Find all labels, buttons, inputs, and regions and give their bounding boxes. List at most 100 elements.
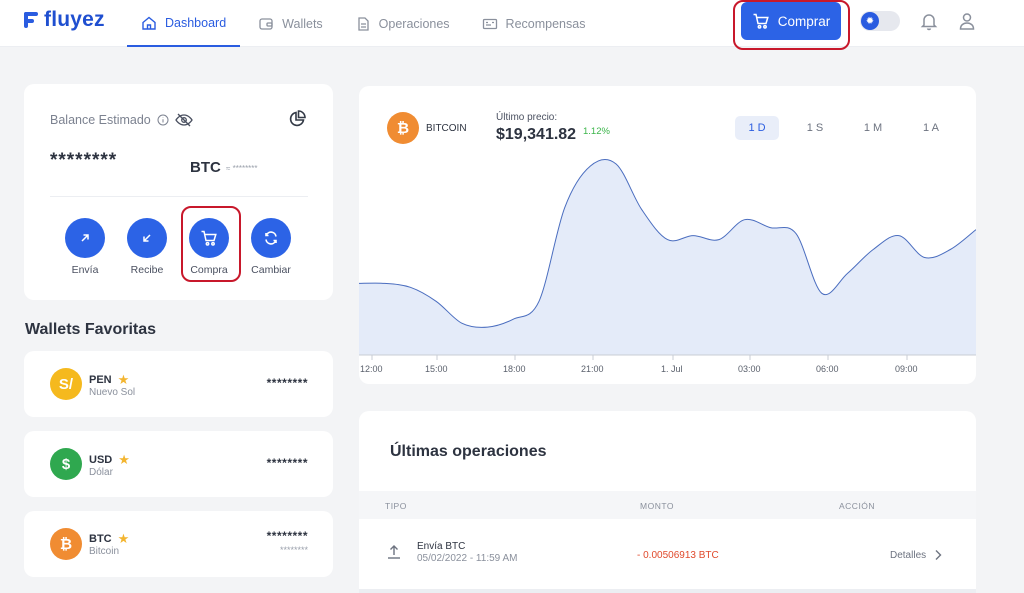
star-icon[interactable]: ★	[118, 372, 130, 388]
x-tick-label: 18:00	[503, 364, 526, 374]
column-monto: MONTO	[640, 501, 674, 511]
x-tick-label: 12:00	[360, 364, 383, 374]
column-tipo: TIPO	[385, 501, 407, 511]
receive-label: Recibe	[130, 264, 164, 276]
wallet-code: USD	[89, 454, 113, 466]
wallet-item-btc[interactable]: ₿ BTC ★ Bitcoin ******** ********	[24, 511, 333, 577]
eye-off-icon[interactable]	[175, 113, 193, 127]
user-icon[interactable]	[957, 11, 977, 31]
star-icon[interactable]: ★	[118, 531, 130, 547]
wallet-item-pen[interactable]: S/ PEN ★ Nuevo Sol ********	[24, 351, 333, 417]
price-chart[interactable]: 12:00 15:00 18:00 21:00 1. Jul 03:00 06:00 09:0…	[359, 146, 976, 384]
x-tick-label: 15:00	[425, 364, 448, 374]
arrow-down-left-icon	[143, 234, 151, 242]
rewards-icon	[482, 18, 497, 29]
balance-card: Balance Estimado ******** BTC ≈ ********…	[24, 84, 333, 300]
chevron-right-icon	[935, 550, 942, 560]
buy-action-button[interactable]	[189, 218, 229, 258]
nav-recompensas[interactable]: Recompensas	[468, 0, 600, 47]
nav-wallets-label: Wallets	[282, 16, 323, 31]
table-row[interactable]: Envía BTC 05/02/2022 - 11:59 AM - 0.0050…	[359, 519, 976, 591]
operations-table-header: TIPO MONTO ACCIÓN	[359, 491, 976, 519]
balance-sub-value: ≈ ********	[226, 164, 258, 173]
exchange-action[interactable]: Cambiar	[241, 218, 301, 276]
send-label: Envía	[71, 264, 99, 276]
logo[interactable]: fluyez	[24, 8, 105, 32]
range-1d[interactable]: 1 D	[735, 116, 779, 140]
brand-name: fluyez	[44, 8, 105, 31]
favorites-title: Wallets Favoritas	[25, 321, 157, 338]
send-action[interactable]: Envía	[55, 218, 115, 276]
x-tick-label: 1. Jul	[661, 364, 683, 374]
buy-button[interactable]: Comprar	[741, 2, 841, 40]
buy-action-label: Compra	[190, 264, 228, 276]
wallet-code: BTC	[89, 533, 112, 545]
range-1s[interactable]: 1 S	[793, 116, 837, 140]
wallet-code-row: PEN ★	[89, 372, 129, 388]
exchange-label: Cambiar	[251, 264, 291, 276]
wallet-icon	[259, 17, 273, 30]
home-icon	[142, 16, 156, 30]
wallet-amount: ********	[266, 529, 308, 543]
upload-icon	[388, 545, 400, 559]
wallet-sub-amount: ********	[279, 545, 308, 555]
x-tick-label: 09:00	[895, 364, 918, 374]
star-icon[interactable]: ★	[118, 452, 130, 468]
cart-icon	[201, 230, 217, 246]
wallet-code: PEN	[89, 374, 112, 386]
receive-action[interactable]: Recibe	[117, 218, 177, 276]
operation-date: 05/02/2022 - 11:59 AM	[417, 553, 518, 564]
theme-toggle[interactable]: ✹	[860, 11, 900, 31]
last-price-label: Último precio:	[496, 112, 558, 123]
buy-button-label: Comprar	[777, 13, 831, 29]
nav-wallets[interactable]: Wallets	[244, 0, 337, 47]
divider	[359, 589, 976, 593]
balance-currency: BTC	[190, 159, 221, 176]
column-accion: ACCIÓN	[839, 501, 876, 511]
nav-recompensas-label: Recompensas	[505, 16, 586, 31]
pen-coin-icon: S/	[50, 368, 82, 400]
nav-operaciones[interactable]: Operaciones	[341, 0, 464, 47]
balance-label-row: Balance Estimado	[50, 113, 193, 127]
operations-card: Últimas operaciones TIPO MONTO ACCIÓN En…	[359, 411, 976, 593]
nav-operaciones-label: Operaciones	[378, 16, 450, 31]
coin-name: BITCOIN	[426, 123, 467, 134]
usd-coin-icon: $	[50, 448, 82, 480]
bitcoin-icon: ₿	[387, 112, 419, 144]
wallet-amount: ********	[266, 376, 308, 390]
arrow-up-right-icon	[81, 234, 89, 242]
send-button[interactable]	[65, 218, 105, 258]
last-price: $19,341.82	[496, 126, 577, 143]
top-navigation: fluyez Dashboard Wallets Operaciones Rec…	[0, 0, 1024, 50]
buy-action[interactable]: Compra	[179, 218, 239, 276]
price-change: 1.12%	[583, 126, 610, 137]
operations-title: Últimas operaciones	[390, 443, 547, 460]
info-icon[interactable]	[157, 114, 169, 126]
wallet-code-row: USD ★	[89, 452, 130, 468]
market-chart-card: ₿ BITCOIN Último precio: $19,341.82 1.12…	[359, 86, 976, 384]
wallet-amount: ********	[266, 456, 308, 470]
exchange-icon	[265, 231, 277, 245]
bell-icon[interactable]	[919, 11, 939, 31]
range-1m[interactable]: 1 M	[851, 116, 895, 140]
wallet-name: Nuevo Sol	[89, 387, 136, 398]
wallet-name: Dólar	[89, 467, 113, 478]
cart-icon	[753, 13, 769, 29]
operation-title: Envía BTC	[417, 541, 466, 552]
nav-dashboard[interactable]: Dashboard	[127, 0, 241, 47]
wallet-item-usd[interactable]: $ USD ★ Dólar ********	[24, 431, 333, 497]
details-link[interactable]: Detalles	[890, 549, 942, 561]
nav-dashboard-label: Dashboard	[165, 15, 227, 30]
main-nav: Dashboard Wallets Operaciones Recompensa…	[127, 0, 599, 47]
range-1a[interactable]: 1 A	[909, 116, 953, 140]
x-tick-label: 03:00	[738, 364, 761, 374]
btc-coin-icon: ₿	[50, 528, 82, 560]
pie-chart-icon[interactable]	[288, 110, 306, 128]
x-tick-label: 21:00	[581, 364, 604, 374]
logo-icon	[24, 12, 38, 28]
balance-label: Balance Estimado	[50, 113, 151, 127]
x-tick-label: 06:00	[816, 364, 839, 374]
exchange-button[interactable]	[251, 218, 291, 258]
wallet-name: Bitcoin	[89, 546, 120, 557]
receive-button[interactable]	[127, 218, 167, 258]
